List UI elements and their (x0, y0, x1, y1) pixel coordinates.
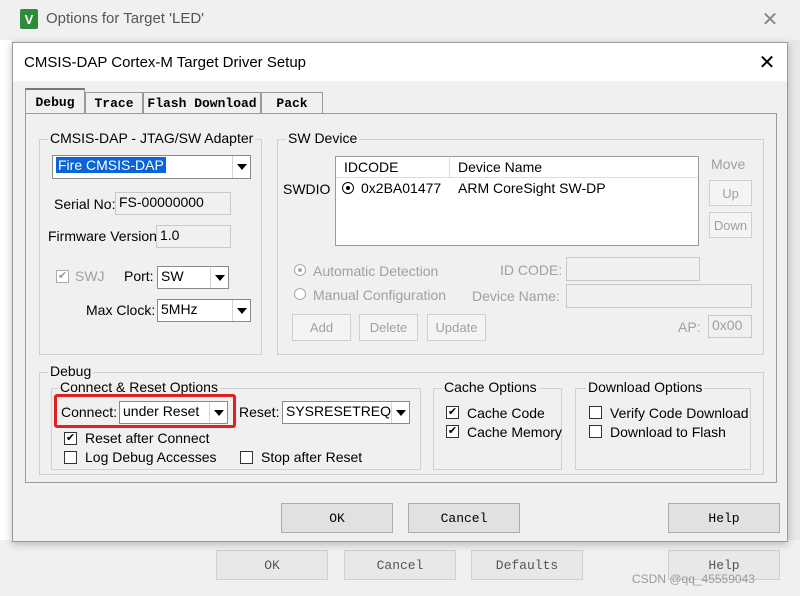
reset-label: Reset: (239, 404, 280, 420)
chevron-down-icon[interactable] (210, 267, 228, 288)
row-device-name: ARM CoreSight SW-DP (458, 180, 606, 196)
connect-select[interactable]: under Reset (119, 401, 228, 424)
adapter-select-value: Fire CMSIS-DAP (56, 157, 166, 173)
device-list-header: IDCODE Device Name (336, 157, 698, 178)
connect-reset-group-title: Connect & Reset Options (58, 379, 220, 395)
serial-label: Serial No: (54, 196, 116, 212)
connect-label: Connect: (61, 404, 118, 420)
tab-debug[interactable]: Debug (25, 88, 85, 114)
maxclock-select-value: 5MHz (161, 301, 198, 317)
manual-configuration-radio[interactable] (294, 288, 306, 300)
stop-after-reset-label: Stop after Reset (261, 449, 363, 465)
dialog-ok-button[interactable]: OK (281, 503, 393, 533)
outer-button-bar: OK Cancel Defaults Help CSDN @qq_4555904… (0, 540, 800, 596)
firmware-label: Firmware Version: (48, 228, 161, 244)
keil-app-icon: V (20, 9, 38, 29)
verify-code-download-label: Verify Code Download (610, 405, 749, 421)
down-button[interactable]: Down (709, 212, 752, 238)
download-to-flash-label: Download to Flash (610, 424, 726, 440)
outer-close-icon[interactable]: ✕ (760, 7, 780, 31)
serial-field: FS-00000000 (115, 192, 231, 215)
ap-field: 0x00 (708, 315, 752, 338)
driver-setup-dialog: CMSIS-DAP Cortex-M Target Driver Setup ✕… (12, 42, 788, 542)
manual-configuration-label: Manual Configuration (313, 287, 447, 303)
download-options-group-title: Download Options (586, 379, 705, 395)
firmware-field: 1.0 (156, 225, 231, 248)
up-button[interactable]: Up (709, 180, 752, 206)
ap-label: AP: (678, 319, 701, 335)
swdio-label: SWDIO (283, 181, 331, 197)
move-label: Move (711, 156, 746, 172)
adapter-select[interactable]: Fire CMSIS-DAP (52, 155, 251, 179)
port-label: Port: (124, 268, 154, 284)
dialog-help-button[interactable]: Help (668, 503, 780, 533)
device-list[interactable]: IDCODE Device Name 0x2BA01477 ARM CoreSi… (335, 156, 699, 246)
cache-code-checkbox[interactable]: ✔ (446, 406, 459, 419)
device-name-label: Device Name: (472, 288, 560, 304)
adapter-group-title: CMSIS-DAP - JTAG/SW Adapter (48, 130, 256, 146)
add-button[interactable]: Add (292, 314, 351, 341)
port-select[interactable]: SW (157, 266, 229, 289)
stop-after-reset-checkbox[interactable] (240, 451, 253, 464)
automatic-detection-radio[interactable] (294, 264, 306, 276)
csdn-watermark: CSDN @qq_45559043 (632, 572, 755, 586)
log-debug-accesses-label: Log Debug Accesses (85, 449, 217, 465)
dialog-title: CMSIS-DAP Cortex-M Target Driver Setup (24, 54, 307, 71)
outer-defaults-button[interactable]: Defaults (471, 550, 583, 580)
tab-page-debug: CMSIS-DAP - JTAG/SW Adapter Fire CMSIS-D… (25, 113, 777, 483)
column-header-idcode[interactable]: IDCODE (336, 157, 450, 177)
reset-after-connect-label: Reset after Connect (85, 430, 210, 446)
reset-after-connect-checkbox[interactable]: ✔ (64, 432, 77, 445)
background-editor-strip (0, 40, 12, 540)
reset-select[interactable]: SYSRESETREQ (282, 401, 410, 424)
chevron-down-icon[interactable] (209, 402, 227, 423)
tab-trace[interactable]: Trace (85, 92, 143, 114)
device-name-field[interactable] (566, 284, 752, 308)
log-debug-accesses-checkbox[interactable] (64, 451, 77, 464)
dialog-cancel-button[interactable]: Cancel (408, 503, 520, 533)
outer-window-title: Options for Target 'LED' (46, 10, 205, 27)
reset-select-value: SYSRESETREQ (286, 403, 392, 419)
verify-code-download-checkbox[interactable] (589, 406, 602, 419)
id-code-label: ID CODE: (500, 262, 563, 278)
outer-window-titlebar: V Options for Target 'LED' ✕ (0, 0, 800, 40)
dialog-close-icon[interactable]: ✕ (757, 50, 777, 74)
table-row[interactable]: 0x2BA01477 ARM CoreSight SW-DP (336, 179, 698, 199)
maxclock-select[interactable]: 5MHz (157, 299, 251, 322)
update-button[interactable]: Update (427, 314, 486, 341)
debug-group-title: Debug (48, 363, 94, 379)
column-header-device-name[interactable]: Device Name (450, 157, 698, 177)
maxclock-label: Max Clock: (86, 302, 156, 318)
tab-flash-download[interactable]: Flash Download (143, 92, 261, 114)
swj-label: SWJ (75, 268, 105, 284)
chevron-down-icon[interactable] (391, 402, 409, 423)
chevron-down-icon[interactable] (232, 300, 250, 321)
swj-checkbox[interactable]: ✔ (56, 270, 69, 283)
row-selected-radio-icon (342, 182, 354, 194)
port-select-value: SW (161, 268, 184, 284)
outer-ok-button[interactable]: OK (216, 550, 328, 580)
cache-memory-checkbox[interactable]: ✔ (446, 425, 459, 438)
cache-memory-label: Cache Memory (467, 424, 562, 440)
background-right-strip (788, 40, 800, 540)
delete-button[interactable]: Delete (359, 314, 418, 341)
connect-select-value: under Reset (123, 403, 200, 419)
sw-device-group-title: SW Device (286, 130, 360, 146)
automatic-detection-label: Automatic Detection (313, 263, 439, 279)
outer-cancel-button[interactable]: Cancel (344, 550, 456, 580)
cache-options-group-title: Cache Options (442, 379, 539, 395)
chevron-down-icon[interactable] (232, 156, 250, 178)
cache-code-label: Cache Code (467, 405, 545, 421)
download-to-flash-checkbox[interactable] (589, 425, 602, 438)
dialog-titlebar: CMSIS-DAP Cortex-M Target Driver Setup ✕ (13, 43, 787, 81)
id-code-field[interactable] (566, 257, 700, 281)
tab-pack[interactable]: Pack (261, 92, 323, 114)
row-idcode: 0x2BA01477 (361, 180, 442, 196)
